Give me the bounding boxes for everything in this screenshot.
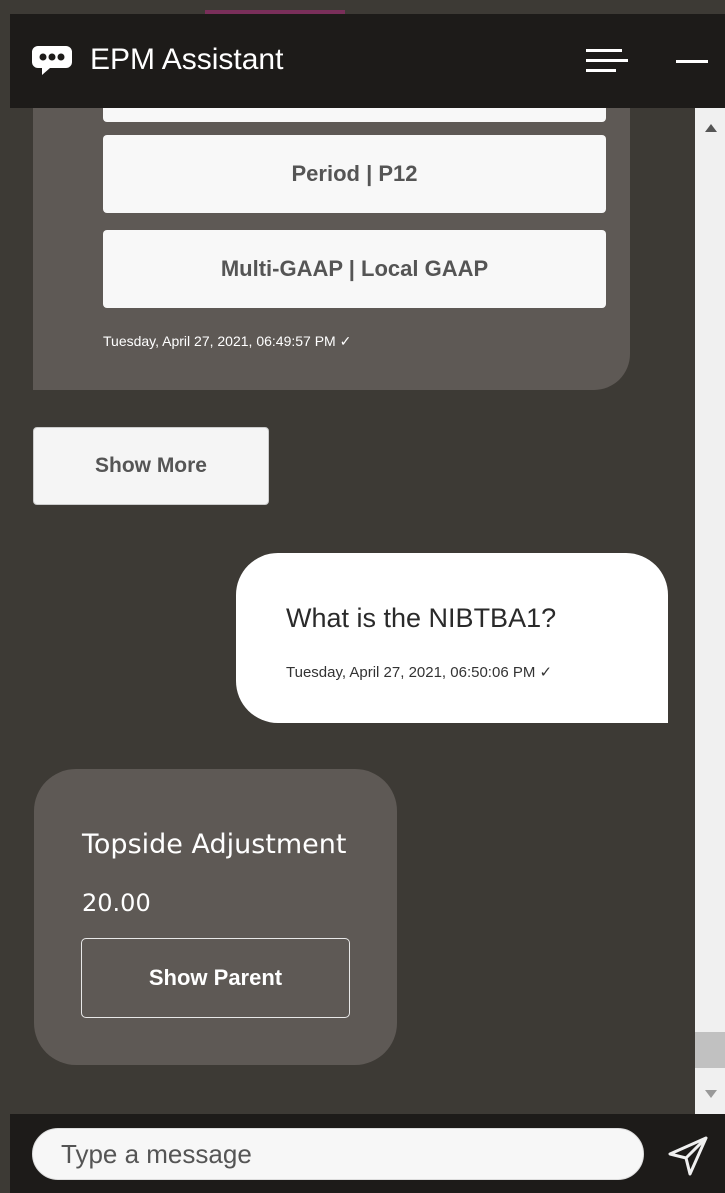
chat-header: EPM Assistant bbox=[10, 14, 725, 108]
option-button-period[interactable]: Period | P12 bbox=[103, 135, 606, 213]
user-message-text: What is the NIBTBA1? bbox=[286, 603, 557, 633]
bot-reply-card: Topside Adjustment 20.00 Show Parent bbox=[34, 769, 397, 1065]
background-edge bbox=[0, 0, 10, 1193]
speech-bubble-icon bbox=[32, 46, 72, 75]
background-strip bbox=[0, 0, 725, 14]
minimize-icon[interactable] bbox=[670, 46, 710, 76]
show-more-button[interactable]: Show More bbox=[33, 427, 269, 505]
scrollbar[interactable] bbox=[695, 108, 725, 1114]
scroll-down-arrow-icon[interactable] bbox=[705, 1090, 717, 1098]
show-parent-button[interactable]: Show Parent bbox=[81, 938, 350, 1018]
hamburger-menu-icon[interactable] bbox=[586, 46, 628, 76]
reply-value: 20.00 bbox=[82, 889, 151, 917]
chat-title: EPM Assistant bbox=[90, 43, 284, 76]
option-button-previous[interactable] bbox=[103, 108, 606, 122]
chat-window: EPM Assistant Period | P12 Multi-GAAP | … bbox=[10, 14, 725, 1193]
send-icon[interactable] bbox=[666, 1134, 710, 1178]
user-message-bubble: What is the NIBTBA1? Tuesday, April 27, … bbox=[236, 553, 668, 723]
option-button-multigaap[interactable]: Multi-GAAP | Local GAAP bbox=[103, 230, 606, 308]
scroll-up-arrow-icon[interactable] bbox=[705, 124, 717, 132]
composer-bar bbox=[10, 1114, 725, 1193]
scroll-thumb[interactable] bbox=[695, 1032, 725, 1068]
reply-title: Topside Adjustment bbox=[82, 829, 347, 860]
message-timestamp: Tuesday, April 27, 2021, 06:50:06 PM ✓ bbox=[286, 664, 553, 681]
message-input[interactable] bbox=[32, 1128, 644, 1180]
conversation-pane: Period | P12 Multi-GAAP | Local GAAP Tue… bbox=[10, 108, 695, 1114]
message-timestamp: Tuesday, April 27, 2021, 06:49:57 PM ✓ bbox=[103, 333, 352, 349]
bot-message-options: Period | P12 Multi-GAAP | Local GAAP Tue… bbox=[33, 108, 630, 390]
